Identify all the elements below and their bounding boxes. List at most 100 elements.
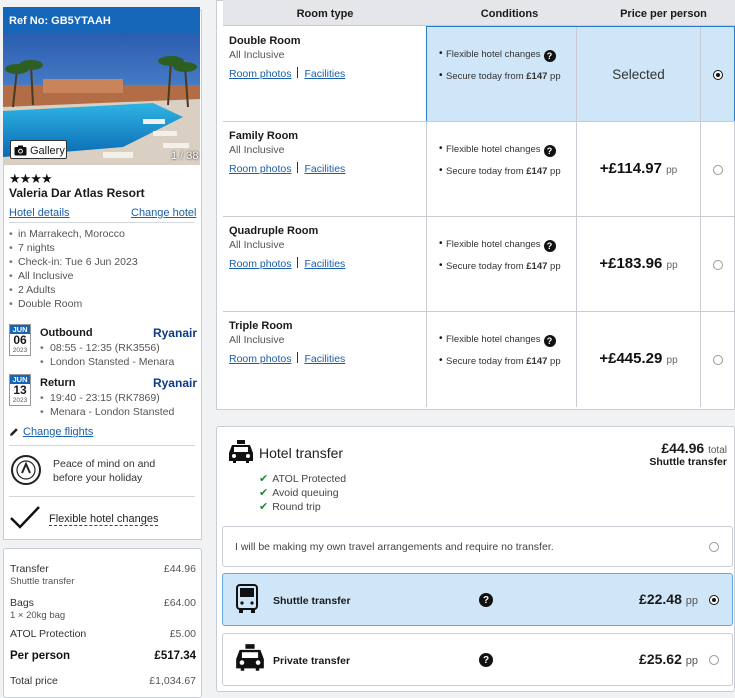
room-row-double[interactable]: Double Room All Inclusive Room photos Fac… [223,27,735,122]
gallery-button[interactable]: Gallery [10,140,67,159]
room-board: All Inclusive [229,144,285,156]
price-line-transfer: Transfer Shuttle transfer £44.96 [10,563,196,587]
pencil-icon [10,428,18,436]
facilities-link[interactable]: Facilities [304,258,345,270]
header-price: Price per person [592,0,735,26]
gallery-label: Gallery [30,144,65,157]
shuttle-transfer-option[interactable]: Shuttle transfer ? £22.48 pp [222,573,733,626]
flight-time: 08:55 - 12:35 (RK3556) [40,342,160,354]
checkmark-icon [10,506,40,529]
deposit-amount: £147 [526,166,548,177]
room-photos-link[interactable]: Room photos [229,258,291,270]
price-line-per-person: Per person £517.34 [10,650,196,662]
atol-text-line: Peace of mind on and [53,458,156,470]
check-icon: ✔ [259,487,269,499]
flexible-changes-tooltip[interactable]: Flexible hotel changes [49,513,159,526]
private-price: £25.62 pp [639,651,698,667]
list-item: 2 Adults [9,284,138,298]
calendar-icon: JUN 13 2023 [9,374,31,406]
price-line-atol: ATOL Protection £5.00 [10,628,196,640]
shuttle-label: Shuttle transfer [273,595,351,607]
no-transfer-label: I will be making my own travel arrangeme… [235,541,554,553]
change-hotel-link[interactable]: Change hotel [131,207,196,219]
hotel-details-link[interactable]: Hotel details [9,207,70,219]
help-icon[interactable]: ? [543,50,556,62]
condition-flexible: Flexible hotel changes [446,239,541,250]
room-row-family[interactable]: Family Room All Inclusive Room photos Fac… [223,122,735,217]
transfer-total-type: Shuttle transfer [649,456,727,468]
room-board: All Inclusive [229,239,285,251]
deposit-amount: £147 [526,71,548,82]
facilities-link[interactable]: Facilities [304,353,345,365]
taxi-icon [236,644,264,671]
room-radio[interactable] [713,70,723,80]
flight-direction: Outbound [40,327,93,339]
room-price: +£183.96 [599,255,663,272]
atol-badge-icon [11,455,41,485]
room-row-quadruple[interactable]: Quadruple Room All Inclusive Room photos… [223,217,735,312]
room-price: +£445.29 [599,350,663,367]
check-icon: ✔ [259,501,269,513]
room-photos-link[interactable]: Room photos [229,163,291,175]
flexible-changes-notice: Flexible hotel changes [9,504,197,530]
selected-label: Selected [612,67,665,82]
flight-route: Menara - London Stansted [40,406,174,418]
photo-counter: 1 / 38 [171,150,199,162]
deposit-amount: £147 [526,261,548,272]
room-price: +£114.97 [599,160,662,177]
room-name: Double Room [229,35,301,47]
price-line-total: Total price £1,034.67 [10,675,196,687]
return-flight: JUN 13 2023 Return Ryanair 19:40 - 23:15… [9,374,197,424]
taxi-icon [229,440,253,463]
airline-logo: Ryanair [152,376,197,390]
facilities-link[interactable]: Facilities [304,163,345,175]
room-name: Quadruple Room [229,225,319,237]
list-item: Check-in: Tue 6 Jun 2023 [9,256,138,270]
hotel-facts-list: in Marrakech, Morocco 7 nights Check-in:… [9,228,138,312]
help-icon[interactable]: ? [543,240,556,252]
change-flights-link[interactable]: Change flights [9,426,93,438]
divider [9,222,195,223]
flight-time: 19:40 - 23:15 (RK7869) [40,392,160,404]
deposit-amount: £147 [526,356,548,367]
room-radio[interactable] [713,165,723,175]
header-conditions: Conditions [427,0,592,26]
room-board: All Inclusive [229,49,285,61]
list-item: in Marrakech, Morocco [9,228,138,242]
transfer-total: £44.96 total [661,440,727,456]
shuttle-price: £22.48 pp [639,591,698,607]
check-icon: ✔ [259,473,269,485]
no-transfer-option[interactable]: I will be making my own travel arrangeme… [222,526,733,567]
no-transfer-radio[interactable] [709,542,719,552]
list-item: Double Room [9,298,138,312]
help-icon[interactable]: ? [543,145,556,157]
help-icon[interactable]: ? [479,593,493,607]
room-photos-link[interactable]: Room photos [229,68,291,80]
room-name: Triple Room [229,320,293,332]
flight-route: London Stansted - Menara [40,356,174,368]
room-row-triple[interactable]: Triple Room All Inclusive Room photos Fac… [223,312,735,407]
change-flights-label[interactable]: Change flights [23,426,93,438]
room-radio[interactable] [713,260,723,270]
atol-protection-notice: Peace of mind on and before your holiday [9,454,197,490]
list-item: All Inclusive [9,270,138,284]
room-name: Family Room [229,130,299,142]
divider [9,496,195,497]
facilities-link[interactable]: Facilities [304,68,345,80]
star-rating: ★★★★ [9,171,53,186]
room-board: All Inclusive [229,334,285,346]
help-icon[interactable]: ? [479,653,493,667]
room-photos-link[interactable]: Room photos [229,353,291,365]
transfer-title: Hotel transfer [259,445,344,461]
private-transfer-option[interactable]: Private transfer ? £25.62 pp [222,633,733,686]
private-radio[interactable] [709,655,719,665]
condition-flexible: Flexible hotel changes [446,49,541,60]
airline-logo: Ryanair [152,326,197,340]
feature-item: ✔ Avoid queuing [259,486,339,500]
shuttle-radio[interactable] [709,595,719,605]
feature-item: ✔ Round trip [259,500,321,514]
room-radio[interactable] [713,355,723,365]
private-label: Private transfer [273,655,351,667]
help-icon[interactable]: ? [543,335,556,347]
calendar-icon: JUN 06 2023 [9,324,31,356]
